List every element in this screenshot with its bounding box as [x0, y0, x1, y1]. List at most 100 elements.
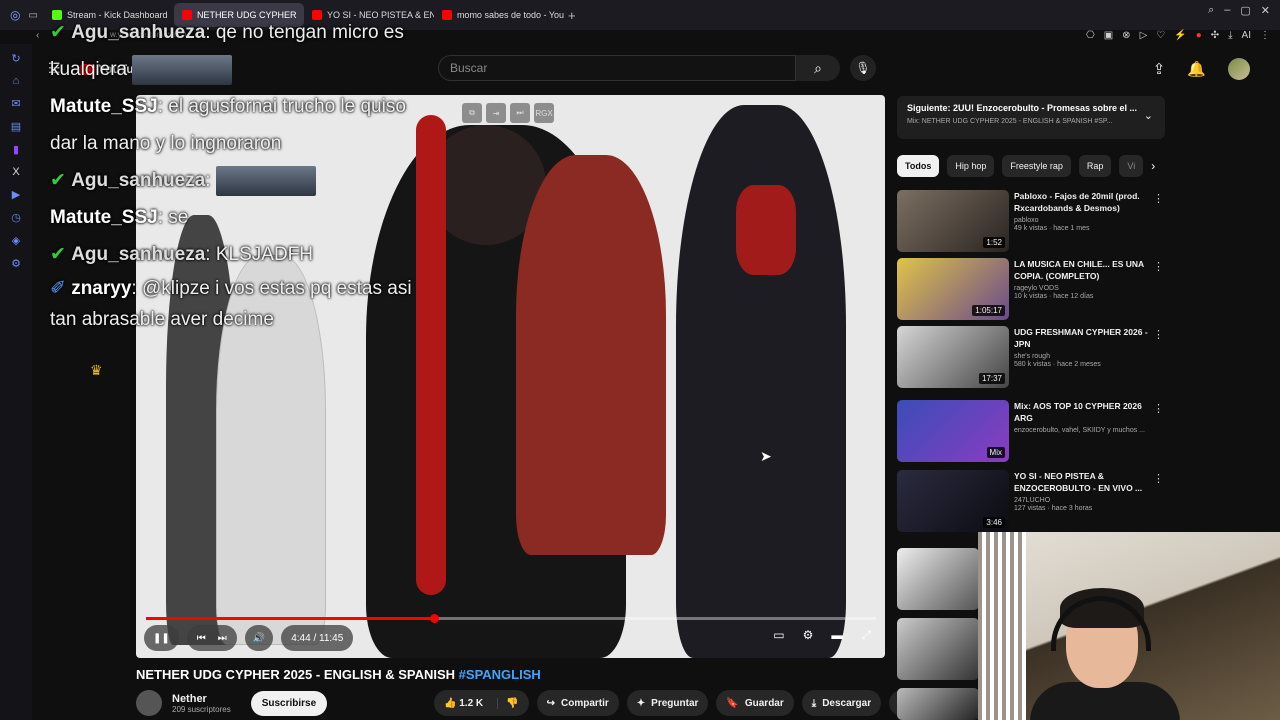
recommendation-title[interactable]: YO SI - NEO PISTEA & ENZOCEROBULTO - EN …: [1014, 470, 1154, 494]
sidebar-x-icon[interactable]: X: [12, 166, 19, 178]
sidebar-clock-icon[interactable]: ◷: [11, 211, 21, 224]
recommendation-title[interactable]: LA MUSICA EN CHILE... ES UNA COPIA. (COM…: [1014, 258, 1154, 282]
up-next-panel[interactable]: Siguiente: 2UU! Enzocerobulto - Promesas…: [897, 96, 1165, 139]
screen: ◎ ▭ Stream - Kick Dashboard NETHER UDG C…: [0, 0, 1280, 720]
recommendation-thumbnail[interactable]: 3:46: [897, 470, 1009, 532]
search-icon[interactable]: ⌕: [1208, 4, 1214, 17]
more-vertical-icon[interactable]: ⋮: [1153, 328, 1164, 341]
sidebar-cube-icon[interactable]: ◈: [12, 234, 20, 247]
settings-icon[interactable]: ⚙: [803, 628, 814, 643]
browser-logo-icon[interactable]: ◎: [10, 8, 20, 22]
theater-mode-icon[interactable]: ▬: [831, 628, 843, 643]
sidebar-refresh-icon[interactable]: ↻: [11, 52, 20, 65]
chip-todos[interactable]: Todos: [897, 155, 940, 177]
screenshot-icon[interactable]: ▣: [1104, 30, 1113, 41]
channel-name[interactable]: Nether: [172, 693, 231, 705]
puzzle-icon[interactable]: ✣: [1211, 30, 1219, 41]
ai-icon[interactable]: AI: [1242, 30, 1251, 41]
webcam-curtain: [978, 532, 1026, 720]
recommendation-meta: 10 k vistas · hace 12 días: [1014, 293, 1094, 300]
voice-search-button[interactable]: 🎙: [850, 55, 876, 81]
recommendation-item[interactable]: 1:52 Pabloxo - Fajos de 20mil (prod. Rxca…: [897, 190, 1172, 252]
recommendation-thumbnail-partial[interactable]: [897, 618, 979, 680]
recommendation-item[interactable]: 3:46 YO SI - NEO PISTEA & ENZOCEROBULTO -…: [897, 470, 1172, 532]
pause-icon: ❚❚: [153, 632, 170, 644]
notifications-bell-icon[interactable]: 🔔: [1187, 60, 1206, 78]
recommendation-item[interactable]: 1:05:17 LA MUSICA EN CHILE... ES UNA COPI…: [897, 258, 1172, 320]
recommendation-thumbnail-partial[interactable]: [897, 688, 979, 720]
recommendation-title[interactable]: Pabloxo - Fajos de 20mil (prod. Rxcardob…: [1014, 190, 1154, 214]
time-display: 4:44 / 11:45: [281, 625, 354, 651]
subscribe-button[interactable]: Suscribirse: [250, 690, 328, 716]
crown-icon: ♛: [90, 362, 103, 378]
bookmark-icon[interactable]: ⎔: [1086, 30, 1095, 41]
extension-icon[interactable]: ⚡: [1174, 30, 1186, 41]
recommendation-item[interactable]: Mix Mix: AOS TOP 10 CYPHER 2026 ARG enzoce…: [897, 400, 1172, 462]
next-icon[interactable]: ⏭: [218, 633, 227, 644]
dislike-button[interactable]: 👎: [497, 697, 519, 709]
ask-button[interactable]: ✦ Preguntar: [626, 690, 709, 716]
recommendation-thumbnail-partial[interactable]: [897, 548, 979, 610]
like-button[interactable]: 👍 1.2 K: [444, 698, 483, 709]
recommendation-thumbnail[interactable]: Mix: [897, 400, 1009, 462]
recommendation-title[interactable]: UDG FRESHMAN CYPHER 2026 - JPN: [1014, 326, 1154, 350]
recommendation-title[interactable]: Mix: AOS TOP 10 CYPHER 2026 ARG: [1014, 400, 1154, 424]
recommendation-thumbnail[interactable]: 17:37: [897, 326, 1009, 388]
download-button[interactable]: ⤓ Descargar: [801, 690, 882, 716]
minimize-icon[interactable]: –: [1224, 4, 1230, 17]
chat-emote: [132, 54, 233, 85]
sidebar-messenger-icon[interactable]: ✉: [11, 97, 20, 110]
sidebar-twitch-icon[interactable]: ▮: [13, 143, 19, 156]
channel-avatar[interactable]: [136, 690, 162, 716]
verified-icon: ✔: [50, 170, 66, 191]
recommendation-thumbnail[interactable]: 1:05:17: [897, 258, 1009, 320]
upload-icon[interactable]: ⇪: [1153, 60, 1166, 78]
menu-icon[interactable]: ⋮: [1260, 30, 1270, 41]
rgx-badge[interactable]: RGX: [534, 103, 554, 123]
chip-hip-hop[interactable]: Hip hop: [947, 155, 995, 177]
shield-icon[interactable]: ⊗: [1122, 30, 1130, 41]
recommendation-thumbnail[interactable]: 1:52: [897, 190, 1009, 252]
more-vertical-icon[interactable]: ⋮: [1153, 472, 1164, 485]
more-vertical-icon[interactable]: ⋮: [1153, 192, 1164, 205]
download-icon: ⤓: [811, 697, 817, 709]
volume-button[interactable]: 🔊: [244, 625, 274, 651]
recommendation-item[interactable]: 17:37 UDG FRESHMAN CYPHER 2026 - JPN she's…: [897, 326, 1172, 388]
account-avatar[interactable]: [1228, 58, 1250, 80]
tab-overview-icon[interactable]: ▭: [28, 10, 37, 21]
new-tab-button[interactable]: +: [568, 8, 576, 23]
close-icon[interactable]: ✕: [1261, 4, 1270, 17]
miniplayer-icon[interactable]: ⧉: [462, 103, 482, 123]
search-button[interactable]: ⌕: [796, 55, 840, 81]
back-icon[interactable]: ‹: [36, 30, 39, 41]
download-icon[interactable]: ⤓: [1228, 30, 1232, 41]
sidebar-settings-icon[interactable]: ⚙: [11, 257, 21, 270]
tab-youtube-3[interactable]: momo sabes de todo - You...: [434, 3, 564, 27]
maximize-icon[interactable]: ▢: [1240, 4, 1250, 17]
play-icon[interactable]: ▷: [1140, 30, 1148, 41]
more-vertical-icon[interactable]: ⋮: [1153, 402, 1164, 415]
chip-more[interactable]: Vi: [1119, 155, 1144, 177]
chevron-down-icon[interactable]: ⌄: [1144, 109, 1153, 122]
sidebar-bag-icon[interactable]: ⌂: [13, 75, 20, 87]
captions-icon[interactable]: ▭: [773, 628, 784, 643]
save-button[interactable]: 🔖 Guardar: [716, 690, 794, 716]
more-vertical-icon[interactable]: ⋮: [1153, 260, 1164, 273]
progress-bar[interactable]: [146, 614, 876, 623]
previous-icon[interactable]: ⏮: [197, 633, 206, 644]
recommendation-info: UDG FRESHMAN CYPHER 2026 - JPN she's roug…: [1014, 326, 1154, 388]
hashtag-link[interactable]: #SPANGLISH: [459, 667, 541, 682]
heart-icon[interactable]: ♡: [1156, 30, 1165, 41]
sidebar-player-icon[interactable]: ▶: [12, 188, 20, 201]
share-button[interactable]: ↪ Compartir: [536, 690, 619, 716]
fullscreen-icon[interactable]: ⤢: [861, 628, 871, 643]
chip-freestyle-rap[interactable]: Freestyle rap: [1002, 155, 1071, 177]
chevron-right-icon[interactable]: ›: [1151, 159, 1155, 173]
sidebar-news-icon[interactable]: ▤: [11, 120, 21, 133]
pause-button[interactable]: ❚❚: [144, 625, 179, 651]
skip-icon[interactable]: ⏭: [510, 103, 530, 123]
record-icon[interactable]: ●: [1196, 30, 1202, 41]
enter-icon[interactable]: ⇥: [486, 103, 506, 123]
chip-rap[interactable]: Rap: [1078, 155, 1112, 177]
search-input[interactable]: Buscar: [438, 55, 796, 81]
